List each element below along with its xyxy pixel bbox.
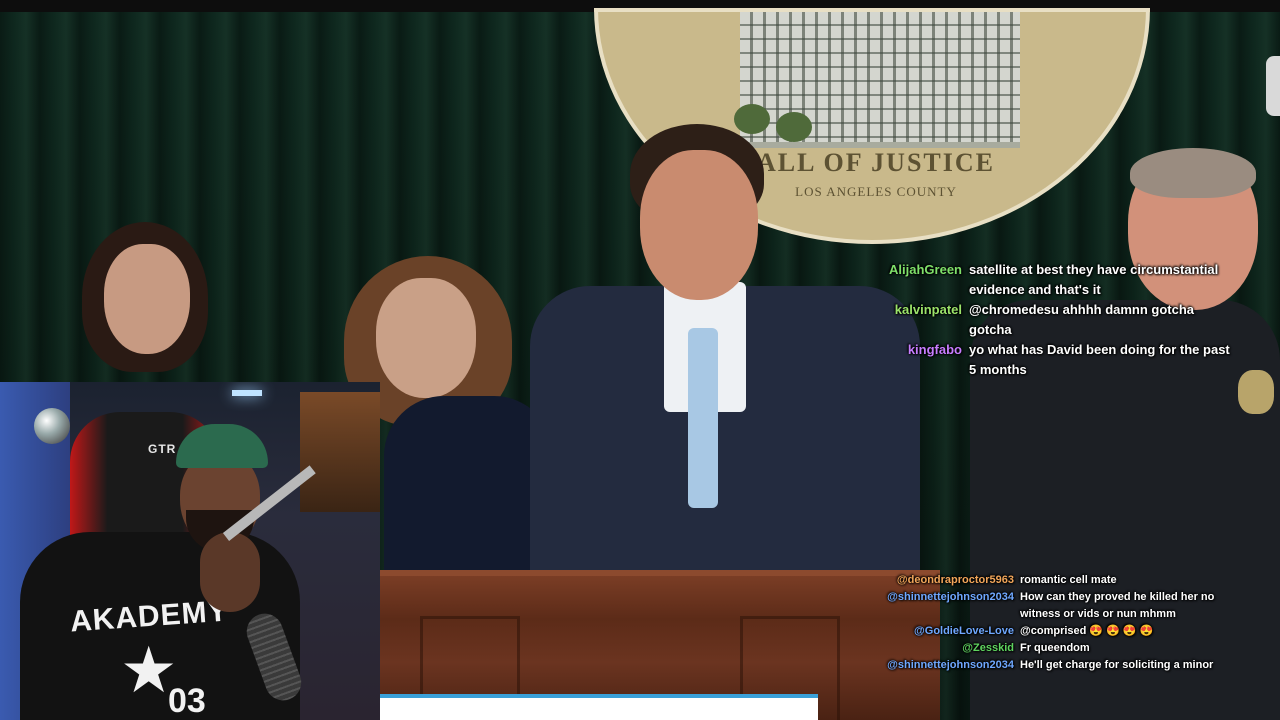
- chair-label: GTR: [148, 442, 177, 456]
- chat-text: @chromedesu ahhhh damnn gotcha gotcha: [969, 302, 1195, 337]
- chat-username: @deondraproctor5963: [896, 574, 1014, 586]
- chat-username: AlijahGreen: [889, 262, 962, 277]
- chat-username: @shinnettejohnson2034: [887, 591, 1014, 603]
- disco-ball-icon: [34, 408, 70, 444]
- chat-username: @Zesskid: [962, 642, 1014, 654]
- chat-message: kalvinpatel @chromedesu ahhhh damnn gotc…: [860, 300, 1260, 340]
- chat-message: @Zesskid Fr queendom: [860, 640, 1260, 657]
- chat-username: @GoldieLove-Love: [914, 625, 1014, 637]
- chat-username: kalvinpatel: [894, 302, 962, 317]
- chat-username: @shinnettejohnson2034: [887, 659, 1014, 671]
- seal-tree: [734, 104, 770, 134]
- chat-username: kingfabo: [907, 342, 962, 357]
- webcam-overlay: GTR AKADEMY ★ 03: [0, 382, 380, 720]
- chat-text: satellite at best they have circumstanti…: [969, 262, 1219, 297]
- chat-message: @shinnettejohnson2034 How can they prove…: [860, 589, 1260, 623]
- chat-overlay-top: AlijahGreen satellite at best they have …: [860, 260, 1260, 380]
- side-panel-handle[interactable]: [1266, 56, 1280, 116]
- webcam-shelf: [300, 392, 380, 512]
- chat-message: @shinnettejohnson2034 He'll get charge f…: [860, 657, 1260, 674]
- seal-tree: [776, 112, 812, 142]
- chat-overlay-bottom: @deondraproctor5963 romantic cell mate @…: [860, 572, 1260, 674]
- lower-third-bar: [380, 694, 818, 720]
- jersey-number: 03: [168, 682, 206, 720]
- stream-frame: ALL OF JUSTICE LOS ANGELES COUNTY GTR AK…: [0, 0, 1280, 720]
- chat-message: kingfabo yo what has David been doing fo…: [860, 340, 1260, 380]
- chat-text: yo what has David been doing for the pas…: [969, 342, 1230, 377]
- chat-text: @comprised 😍 😍 😍 😍: [1020, 625, 1154, 637]
- chat-text: Fr queendom: [1020, 642, 1090, 654]
- chat-text: How can they proved he killed her no wit…: [1020, 591, 1215, 620]
- chat-message: AlijahGreen satellite at best they have …: [860, 260, 1260, 300]
- chat-message: @GoldieLove-Love @comprised 😍 😍 😍 😍: [860, 623, 1260, 640]
- chat-text: romantic cell mate: [1020, 574, 1117, 586]
- webcam-light: [232, 390, 262, 396]
- chat-message: @deondraproctor5963 romantic cell mate: [860, 572, 1260, 589]
- chat-text: He'll get charge for soliciting a minor: [1020, 659, 1214, 671]
- streamer-hand: [200, 532, 260, 612]
